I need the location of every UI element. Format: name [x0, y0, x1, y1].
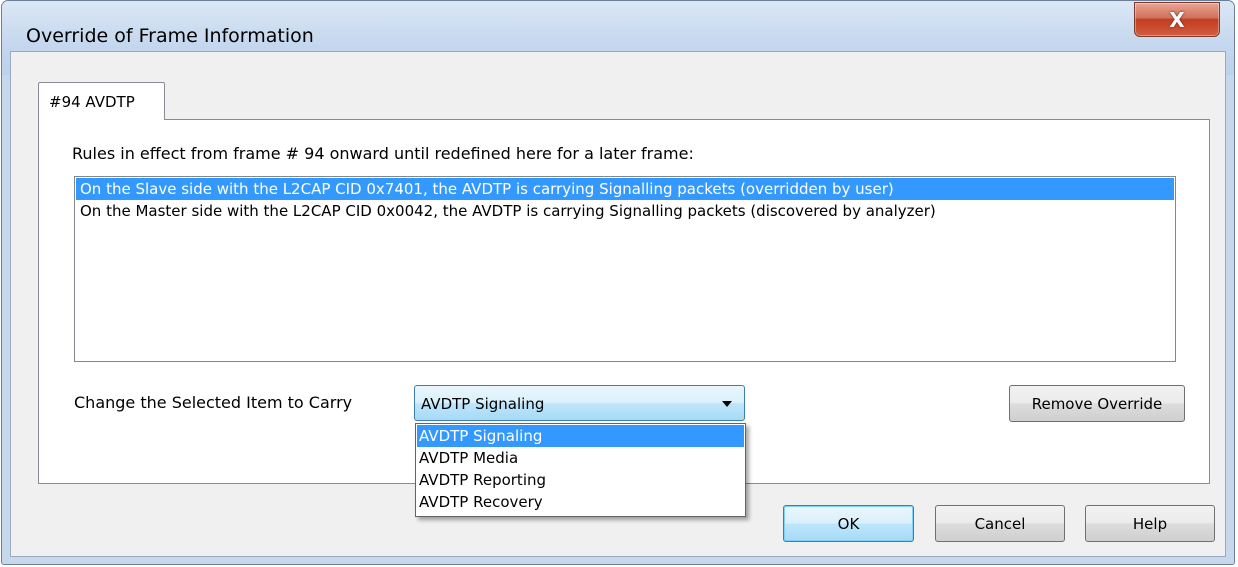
- close-button[interactable]: X: [1134, 2, 1220, 37]
- carry-select[interactable]: AVDTP Signaling: [414, 385, 745, 421]
- chevron-down-icon[interactable]: [722, 401, 732, 407]
- dropdown-option[interactable]: AVDTP Recovery: [417, 491, 744, 513]
- tab-panel: Rules in effect from frame # 94 onward u…: [38, 119, 1210, 517]
- rules-label: Rules in effect from frame # 94 onward u…: [72, 144, 694, 163]
- dialog-window: Override of Frame Information X #94 AVDT…: [1, 0, 1235, 565]
- remove-override-button[interactable]: Remove Override: [1009, 385, 1185, 422]
- carry-label: Change the Selected Item to Carry: [74, 393, 353, 412]
- dropdown-option[interactable]: AVDTP Media: [417, 447, 744, 469]
- carry-select-value: AVDTP Signaling: [421, 395, 545, 413]
- list-item[interactable]: On the Master side with the L2CAP CID 0x…: [76, 200, 1174, 222]
- tab-label: #94 AVDTP: [49, 93, 135, 111]
- cancel-button[interactable]: Cancel: [935, 505, 1065, 542]
- dropdown-option[interactable]: AVDTP Signaling: [417, 425, 744, 447]
- help-button[interactable]: Help: [1085, 505, 1215, 542]
- dropdown-option[interactable]: AVDTP Reporting: [417, 469, 744, 491]
- list-item[interactable]: On the Slave side with the L2CAP CID 0x7…: [76, 178, 1174, 200]
- carry-dropdown-list[interactable]: AVDTP Signaling AVDTP Media AVDTP Report…: [415, 423, 746, 517]
- rules-listbox[interactable]: On the Slave side with the L2CAP CID 0x7…: [74, 176, 1176, 362]
- close-icon: X: [1169, 7, 1185, 32]
- ok-button[interactable]: OK: [783, 505, 914, 542]
- tab-94-avdtp[interactable]: #94 AVDTP: [38, 82, 165, 120]
- dialog-client-area: #94 AVDTP Rules in effect from frame # 9…: [10, 51, 1226, 557]
- window-title: Override of Frame Information: [26, 25, 314, 47]
